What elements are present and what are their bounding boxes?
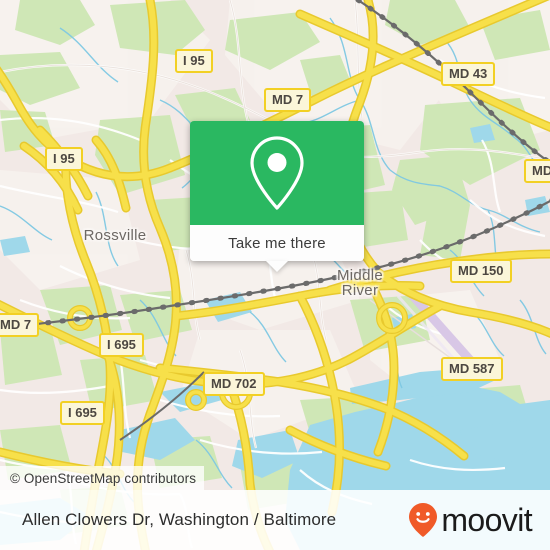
location-pin-icon [250,136,304,210]
destination-popup-card[interactable]: Take me there [190,121,364,272]
moovit-map-screenshot: Rossville Middle River I 95 MD 7 MD 43 I… [0,0,550,550]
moovit-logo[interactable]: moovit [408,502,533,538]
popup-pointer-tail [266,261,288,272]
road-shield-i95-west[interactable]: I 95 [45,147,83,171]
map-attribution[interactable]: © OpenStreetMap contributors [0,466,205,490]
road-shield-md43[interactable]: MD 43 [441,62,496,86]
road-shield-md7-north[interactable]: MD 7 [264,88,312,112]
take-me-there-label: Take me there [228,234,326,252]
road-shield-md150[interactable]: MD 150 [450,259,512,283]
road-shield-i95-north[interactable]: I 95 [175,49,213,73]
road-shield-md702[interactable]: MD 702 [203,372,265,396]
attribution-text: © OpenStreetMap contributors [10,470,197,486]
moovit-pin-icon [409,503,438,537]
bottom-info-bar: Allen Clowers Dr, Washington / Baltimore… [0,490,550,550]
popup-footer[interactable]: Take me there [190,225,364,272]
moovit-wordmark: moovit [441,502,532,538]
place-title: Allen Clowers Dr, Washington / Baltimore [22,510,337,529]
road-shield-i695-mid[interactable]: I 695 [99,333,144,357]
popup-pin-panel [190,121,364,225]
road-shield-md587[interactable]: MD 587 [441,357,503,381]
road-shield-i695-south[interactable]: I 695 [60,401,105,425]
road-shield-md4-edge[interactable]: MD 4 [524,159,550,183]
road-shield-md7-west[interactable]: MD 7 [0,313,40,337]
